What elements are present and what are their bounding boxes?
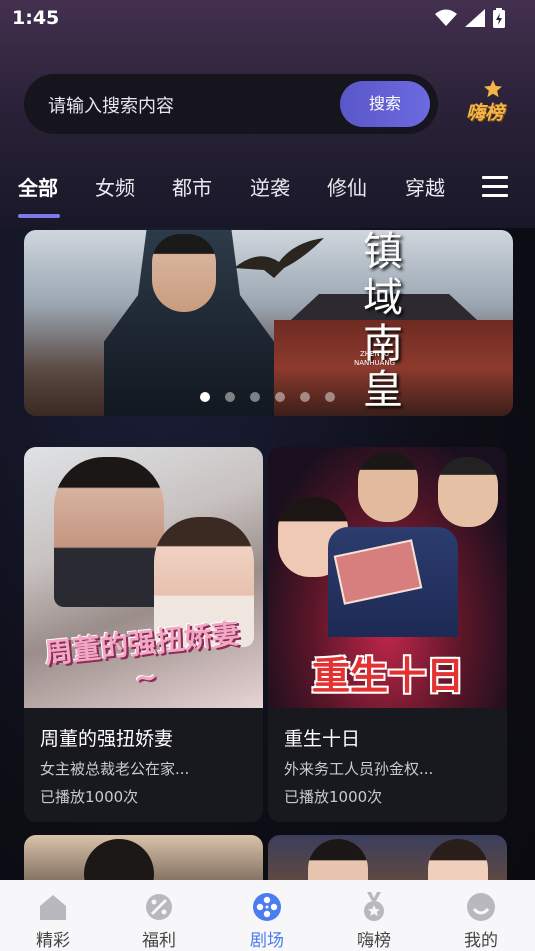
hai-bang-button[interactable]: 嗨榜 bbox=[462, 80, 518, 128]
poster-title-art: 周董的强扭娇妻~ bbox=[42, 616, 242, 696]
nav-label: 我的 bbox=[464, 931, 498, 951]
poster-title-art: 重生十日 bbox=[311, 654, 464, 698]
drama-play-count: 已播放1000次 bbox=[284, 788, 383, 806]
nav-label: 嗨榜 bbox=[357, 931, 391, 951]
category-tabs: 全部 女频 都市 逆袭 修仙 穿越 bbox=[0, 168, 535, 218]
profile-icon bbox=[467, 893, 495, 921]
drama-play-count: 已播放1000次 bbox=[40, 788, 139, 806]
drama-description: 女主被总裁老公在家... bbox=[40, 760, 190, 778]
pagination-dot[interactable] bbox=[325, 392, 335, 402]
tab-cultivation[interactable]: 修仙 bbox=[327, 172, 367, 201]
nav-label: 福利 bbox=[142, 931, 176, 951]
search-bar[interactable]: 请输入搜索内容 搜索 bbox=[24, 74, 438, 134]
bottom-nav: 精彩 福利 剧场 嗨榜 我的 bbox=[0, 880, 535, 951]
film-reel-icon bbox=[253, 893, 281, 921]
pagination-dot[interactable] bbox=[200, 392, 210, 402]
banner-character-head bbox=[152, 234, 216, 312]
pagination-dot[interactable] bbox=[275, 392, 285, 402]
drama-title: 周董的强扭娇妻 bbox=[40, 728, 174, 750]
drama-card[interactable]: 重生十日 重生十日 外来务工人员孙金权... 已播放1000次 bbox=[268, 447, 507, 822]
nav-item-welfare[interactable]: 福利 bbox=[114, 880, 204, 951]
tab-time-travel[interactable]: 穿越 bbox=[405, 172, 445, 201]
tab-urban[interactable]: 都市 bbox=[172, 172, 212, 201]
battery-icon bbox=[493, 8, 505, 28]
featured-banner[interactable]: 镇域南皇 ZHENYU NANHUANG bbox=[24, 230, 513, 416]
search-button[interactable]: 搜索 bbox=[340, 81, 430, 127]
banner-subtitle: ZHENYU NANHUANG bbox=[354, 350, 396, 367]
tab-indicator bbox=[18, 214, 60, 218]
menu-icon[interactable] bbox=[482, 176, 508, 198]
pagination-dot[interactable] bbox=[250, 392, 260, 402]
star-icon bbox=[484, 80, 502, 98]
nav-item-profile[interactable]: 我的 bbox=[436, 880, 526, 951]
banner-pagination bbox=[200, 392, 335, 402]
drama-info: 重生十日 外来务工人员孙金权... 已播放1000次 bbox=[268, 708, 507, 822]
wifi-icon bbox=[435, 9, 457, 26]
pagination-dot[interactable] bbox=[225, 392, 235, 402]
drama-card[interactable]: 周董的强扭娇妻~ 周董的强扭娇妻 女主被总裁老公在家... 已播放1000次 bbox=[24, 447, 263, 822]
search-input[interactable]: 请输入搜索内容 bbox=[48, 92, 174, 118]
hai-bang-label: 嗨榜 bbox=[466, 102, 505, 124]
medal-icon bbox=[364, 892, 384, 921]
poster-actor bbox=[358, 452, 418, 522]
pagination-dot[interactable] bbox=[300, 392, 310, 402]
drama-info: 周董的强扭娇妻 女主被总裁老公在家... 已播放1000次 bbox=[24, 708, 263, 822]
status-icons bbox=[435, 8, 505, 28]
banner-title: 镇域南皇 bbox=[356, 230, 402, 414]
drama-description: 外来务工人员孙金权... bbox=[284, 760, 434, 778]
tab-all[interactable]: 全部 bbox=[18, 172, 58, 201]
eagle-icon bbox=[234, 238, 324, 278]
tab-female[interactable]: 女频 bbox=[95, 172, 135, 201]
nav-item-ranking[interactable]: 嗨榜 bbox=[329, 880, 419, 951]
status-time: 1:45 bbox=[12, 7, 60, 29]
nav-label: 精彩 bbox=[36, 931, 70, 951]
tab-comeback[interactable]: 逆袭 bbox=[250, 172, 290, 201]
nav-item-theater[interactable]: 剧场 bbox=[222, 880, 312, 951]
drama-poster: 周董的强扭娇妻~ bbox=[24, 447, 263, 708]
drama-title: 重生十日 bbox=[284, 728, 361, 750]
gift-icon bbox=[146, 894, 172, 920]
drama-poster: 重生十日 bbox=[268, 447, 507, 708]
poster-actor bbox=[438, 457, 498, 527]
signal-icon bbox=[465, 9, 485, 27]
status-bar: 1:45 bbox=[0, 0, 535, 38]
nav-label: 剧场 bbox=[250, 931, 284, 951]
poster-actor bbox=[54, 457, 164, 607]
nav-item-home[interactable]: 精彩 bbox=[8, 880, 98, 951]
home-icon bbox=[40, 895, 66, 920]
